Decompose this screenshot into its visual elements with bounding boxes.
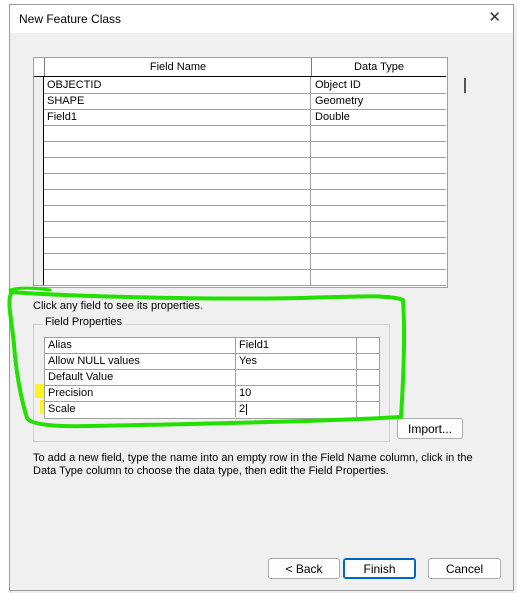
field-row[interactable] (34, 205, 446, 222)
data-type-cell[interactable]: Geometry (312, 93, 446, 109)
field-row[interactable] (34, 189, 446, 206)
property-row-scale[interactable]: Scale 2 (45, 402, 379, 417)
data-type-cell[interactable]: Double (312, 109, 446, 125)
hint-text: Click any field to see its properties. (33, 300, 203, 312)
data-type-cell[interactable] (312, 221, 446, 237)
data-type-cell[interactable] (312, 141, 446, 157)
field-row[interactable] (34, 141, 446, 158)
field-row[interactable]: SHAPE Geometry (34, 93, 446, 110)
property-extra-cell (358, 338, 379, 353)
data-type-cell[interactable] (312, 125, 446, 141)
property-value[interactable] (237, 370, 357, 385)
field-name-cell[interactable]: Field1 (45, 109, 311, 125)
row-selector[interactable] (34, 141, 44, 157)
property-extra-cell (358, 354, 379, 369)
field-row[interactable] (34, 269, 446, 286)
dialog-title: New Feature Class (19, 12, 122, 26)
field-name-cell[interactable] (45, 221, 311, 237)
field-row[interactable] (34, 173, 446, 190)
field-name-cell[interactable] (45, 205, 311, 221)
data-type-cell[interactable]: Object ID (312, 77, 446, 93)
field-name-cell[interactable] (45, 125, 311, 141)
property-row-precision[interactable]: Precision 10 (45, 386, 379, 402)
data-type-cell[interactable] (312, 205, 446, 221)
property-name: Alias (45, 338, 236, 353)
row-selector[interactable] (34, 93, 44, 109)
row-selector[interactable] (34, 125, 44, 141)
property-name: Allow NULL values (45, 354, 236, 369)
field-row[interactable]: Field1 Double (34, 109, 446, 126)
fields-grid: Field Name Data Type OBJECTID Object ID SH… (33, 57, 448, 288)
field-properties-table: Alias Field1 Allow NULL values Yes Defau… (44, 337, 380, 419)
back-button[interactable]: < Back (268, 558, 340, 579)
field-row[interactable] (34, 237, 446, 254)
data-type-cell[interactable] (312, 237, 446, 253)
field-name-cell[interactable] (45, 189, 311, 205)
field-name-cell[interactable] (45, 141, 311, 157)
field-properties-label: Field Properties (43, 316, 125, 328)
property-row-allow-null[interactable]: Allow NULL values Yes (45, 354, 379, 370)
row-selector[interactable] (34, 173, 44, 189)
finish-button[interactable]: Finish (343, 558, 416, 579)
row-selector[interactable] (34, 237, 44, 253)
import-button[interactable]: Import... (397, 418, 463, 439)
text-caret (246, 403, 248, 415)
title-bar: New Feature Class ✕ (10, 5, 513, 33)
data-type-cell[interactable] (312, 189, 446, 205)
row-selector[interactable] (34, 269, 44, 285)
data-type-cell[interactable] (312, 253, 446, 269)
field-name-cell[interactable]: SHAPE (45, 93, 311, 109)
grid-header-selector (34, 58, 45, 76)
row-selector[interactable] (34, 205, 44, 221)
property-name: Precision (45, 386, 236, 401)
field-row[interactable] (34, 253, 446, 270)
field-name-cell[interactable]: OBJECTID (45, 77, 311, 93)
property-value[interactable]: 10 (237, 386, 357, 401)
column-header-data-type[interactable]: Data Type (312, 58, 446, 76)
cancel-button[interactable]: Cancel (428, 558, 501, 579)
row-selector[interactable] (34, 157, 44, 173)
field-name-cell[interactable] (45, 269, 311, 285)
property-extra-cell (358, 402, 379, 417)
row-selector[interactable] (34, 253, 44, 269)
field-row[interactable]: OBJECTID Object ID (34, 77, 446, 94)
grid-scrollbar-thumb[interactable] (464, 78, 466, 93)
row-selector[interactable] (34, 189, 44, 205)
field-name-cell[interactable] (45, 157, 311, 173)
property-extra-cell (358, 386, 379, 401)
grid-header: Field Name Data Type (34, 58, 446, 77)
field-name-cell[interactable] (45, 237, 311, 253)
new-feature-class-dialog: New Feature Class ✕ Field Name Data Type… (9, 4, 514, 591)
row-selector[interactable] (34, 77, 44, 93)
column-header-field-name[interactable]: Field Name (45, 58, 312, 76)
field-row[interactable] (34, 221, 446, 238)
field-name-cell[interactable] (45, 253, 311, 269)
property-name: Default Value (45, 370, 236, 385)
field-name-cell[interactable] (45, 173, 311, 189)
data-type-cell[interactable] (312, 157, 446, 173)
property-name: Scale (45, 402, 236, 417)
row-selector[interactable] (34, 109, 44, 125)
close-icon[interactable]: ✕ (488, 10, 501, 26)
property-value-editing[interactable]: 2 (237, 402, 357, 417)
row-selector[interactable] (34, 221, 44, 237)
field-row[interactable] (34, 157, 446, 174)
data-type-cell[interactable] (312, 173, 446, 189)
property-value[interactable]: Field1 (237, 338, 357, 353)
property-extra-cell (358, 370, 379, 385)
property-row-alias[interactable]: Alias Field1 (45, 338, 379, 354)
property-row-default-value[interactable]: Default Value (45, 370, 379, 386)
data-type-cell[interactable] (312, 269, 446, 285)
field-row[interactable] (34, 125, 446, 142)
property-value[interactable]: Yes (237, 354, 357, 369)
property-value-text[interactable]: 2 (239, 403, 245, 415)
help-text: To add a new field, type the name into a… (33, 452, 473, 477)
